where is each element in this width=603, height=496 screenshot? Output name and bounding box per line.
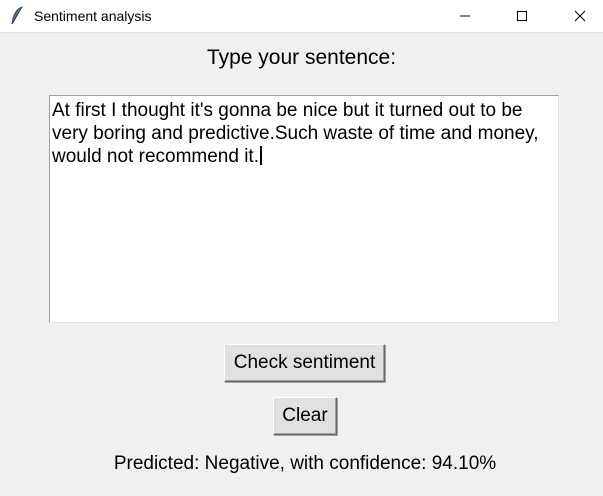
maximize-icon [516, 10, 528, 22]
close-icon [574, 10, 586, 22]
sentence-textarea[interactable]: At first I thought it's gonna be nice bu… [49, 95, 559, 323]
minimize-icon [459, 10, 471, 22]
input-line-last: would not recommend it. [52, 145, 556, 168]
window-title: Sentiment analysis [34, 8, 152, 24]
minimize-button[interactable] [442, 0, 488, 32]
prediction-result: Predicted: Negative, with confidence: 94… [113, 453, 497, 474]
close-button[interactable] [557, 0, 603, 32]
input-line: would not recommend it. [52, 146, 259, 167]
prompt-label: Type your sentence: [206, 46, 397, 69]
title-bar[interactable]: Sentiment analysis [0, 0, 603, 33]
maximize-button[interactable] [499, 0, 545, 32]
text-cursor [260, 146, 262, 165]
feather-icon [10, 6, 24, 26]
input-line: very boring and predictive.Such waste of… [52, 123, 539, 144]
input-line: At first I thought it's gonna be nice bu… [52, 100, 523, 121]
clear-button[interactable]: Clear [273, 397, 337, 435]
check-sentiment-button[interactable]: Check sentiment [224, 344, 385, 382]
